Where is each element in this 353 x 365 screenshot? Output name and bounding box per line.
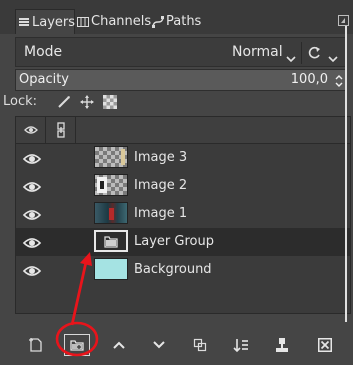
layers-list: Image 3 Image 2 Image 1 Layer Group Back…: [15, 116, 351, 314]
opacity-value[interactable]: 100,0: [291, 72, 328, 87]
duplicate-layer-icon: [193, 338, 207, 352]
layer-thumbnail: [94, 202, 128, 224]
paths-icon: [152, 15, 164, 28]
raise-layer-icon: [113, 341, 125, 349]
new-layer-icon: [29, 338, 42, 352]
mode-divider: [301, 42, 302, 64]
anchor-layer-icon: [276, 338, 288, 352]
layers-icon: [18, 16, 30, 28]
lock-label: Lock:: [3, 94, 38, 109]
dock-menu-icon[interactable]: [338, 15, 349, 26]
layer-thumbnail: [94, 146, 128, 168]
mode-select[interactable]: Mode Normal: [15, 37, 347, 67]
eye-icon[interactable]: [22, 207, 42, 221]
layer-name[interactable]: Layer Group: [134, 234, 214, 249]
folder-icon: [94, 230, 128, 252]
layer-name[interactable]: Image 3: [134, 150, 187, 165]
lock-position-icon[interactable]: [80, 94, 94, 109]
opacity-slider[interactable]: Opacity 100,0: [15, 69, 347, 91]
layer-row[interactable]: Layer Group: [16, 228, 350, 256]
raise-layer-button[interactable]: [107, 333, 131, 357]
layer-thumbnail: [94, 174, 128, 196]
tab-paths-label: Paths: [166, 14, 202, 29]
layer-thumbnail: [94, 258, 128, 280]
lock-pixels-icon[interactable]: [57, 94, 71, 108]
layers-toolbar: [0, 325, 353, 365]
tab-channels-label: Channels: [91, 14, 152, 29]
layer-name[interactable]: Background: [134, 262, 212, 277]
new-layer-group-icon: [70, 340, 84, 351]
layer-row[interactable]: Image 3: [16, 144, 350, 172]
eye-icon[interactable]: [22, 235, 42, 249]
dock-tab-bar: Layers Channels Paths: [0, 0, 353, 34]
tab-layers-label: Layers: [32, 14, 76, 30]
chevron-down-icon[interactable]: [328, 48, 338, 63]
anchor-layer-button[interactable]: [270, 333, 294, 357]
spin-arrows-icon[interactable]: [335, 73, 343, 87]
layer-row[interactable]: Image 1: [16, 200, 350, 228]
layer-row[interactable]: Background: [16, 256, 350, 284]
layer-row[interactable]: Image 2: [16, 172, 350, 200]
eye-icon[interactable]: [22, 151, 42, 165]
layers-scrollbar[interactable]: [343, 26, 349, 322]
tab-paths[interactable]: Paths: [152, 9, 201, 34]
layer-name[interactable]: Image 1: [134, 206, 187, 221]
chain-column-header[interactable]: [46, 117, 76, 143]
opacity-label: Opacity: [19, 72, 70, 87]
eye-icon[interactable]: [22, 179, 42, 193]
lower-layer-icon: [153, 341, 165, 349]
lock-alpha-icon[interactable]: [103, 94, 117, 109]
channels-icon: [77, 16, 89, 28]
composite-mode-icon[interactable]: [308, 45, 322, 59]
lower-layer-button[interactable]: [147, 333, 171, 357]
visibility-column-header[interactable]: [16, 117, 46, 143]
chain-icon: [57, 122, 65, 138]
eye-icon: [24, 126, 38, 134]
chevron-down-icon[interactable]: [286, 48, 296, 63]
mode-label: Mode: [24, 44, 63, 60]
layers-dock: Layers Channels Paths Mode Normal Opacit…: [0, 0, 353, 365]
delete-layer-button[interactable]: [313, 333, 337, 357]
eye-icon[interactable]: [22, 263, 42, 277]
delete-layer-icon: [318, 338, 332, 352]
new-layer-group-button[interactable]: [64, 334, 90, 356]
lock-row: Lock:: [0, 92, 353, 112]
tab-layers[interactable]: Layers: [15, 9, 75, 34]
merge-layer-button[interactable]: [229, 333, 253, 357]
layers-list-header: [16, 117, 350, 144]
tab-channels[interactable]: Channels: [77, 9, 151, 34]
mode-value[interactable]: Normal: [232, 44, 283, 60]
new-layer-button[interactable]: [24, 333, 48, 357]
merge-layer-icon: [233, 339, 248, 353]
duplicate-layer-button[interactable]: [188, 333, 212, 357]
layer-name[interactable]: Image 2: [134, 178, 187, 193]
